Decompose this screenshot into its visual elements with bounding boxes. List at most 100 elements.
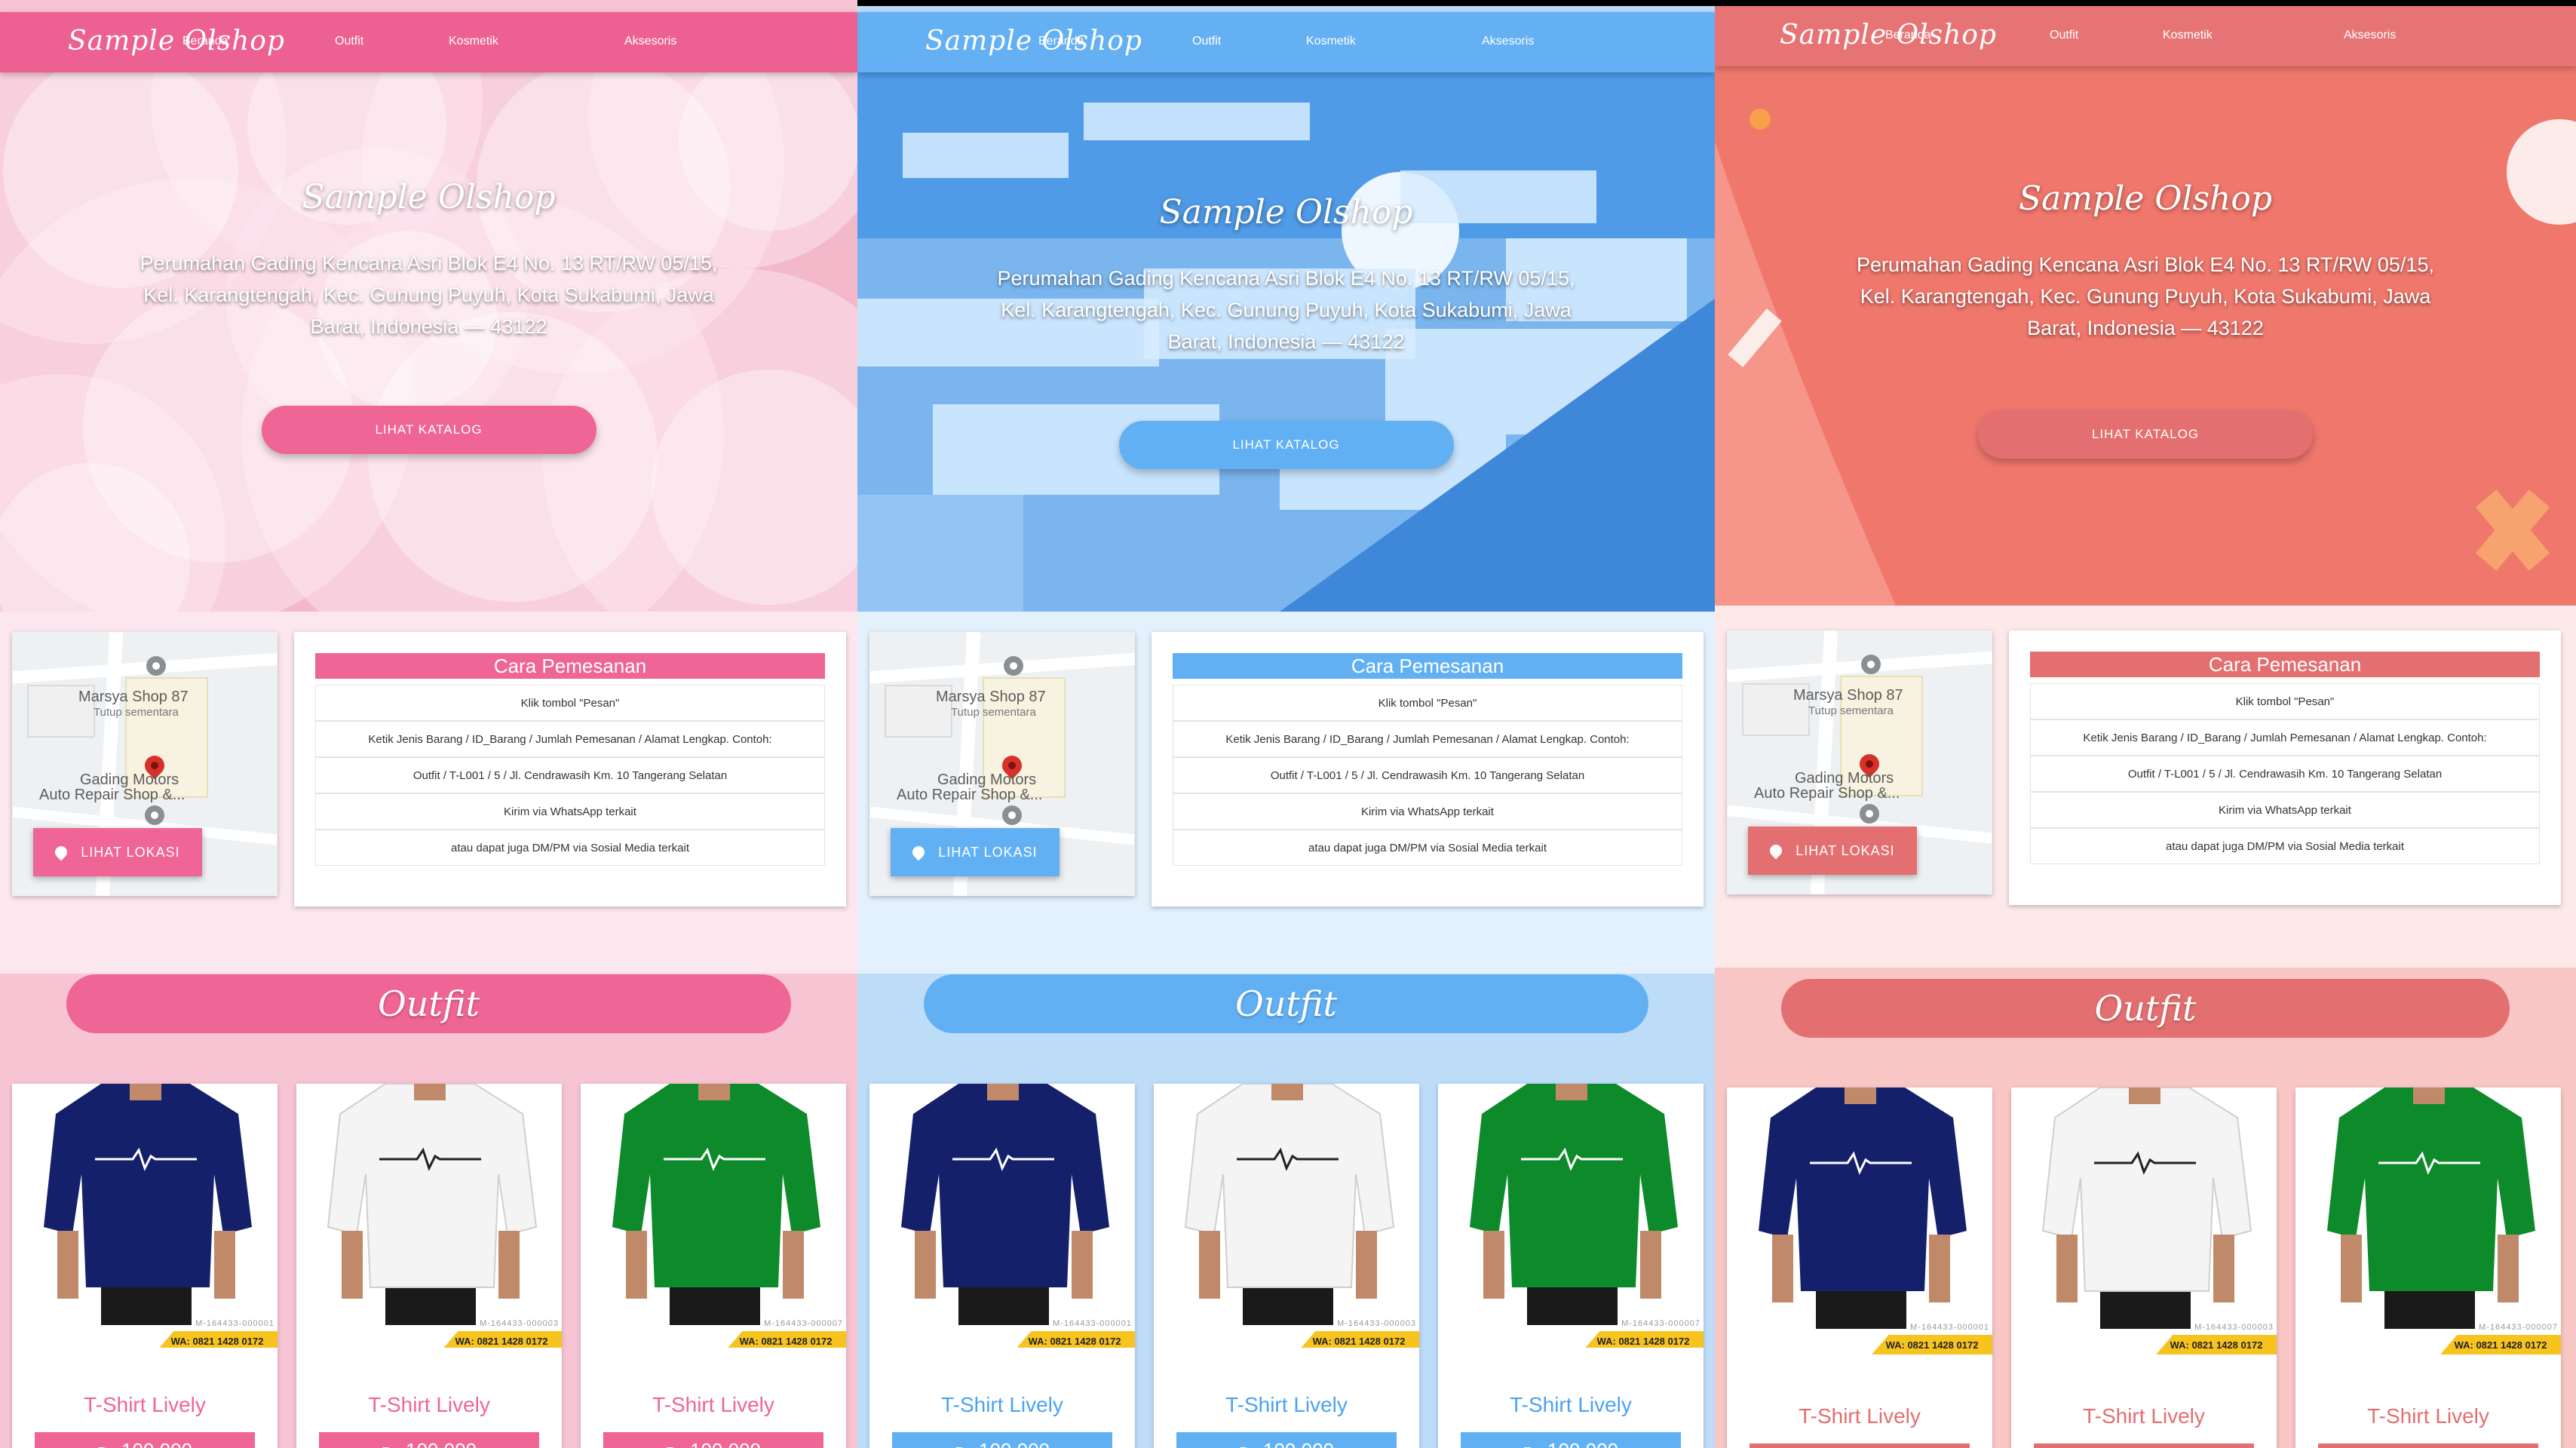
catalog-button[interactable]: LIHAT KATALOG xyxy=(1978,410,2313,459)
order-instructions-card: Cara Pemesanan Klik tombol "Pesan" Ketik… xyxy=(294,632,846,907)
price-amount: 100.000 xyxy=(121,1439,192,1448)
product-code: M-164433-000003 xyxy=(480,1319,559,1328)
map-pin-grey-icon xyxy=(1004,656,1023,676)
location-pin-icon xyxy=(909,843,928,861)
product-card[interactable]: M-164433-000001 WA: 0821 1428 0172 T-Shirt… xyxy=(1727,1088,1992,1448)
product-info: T-Shirt Lively Rp.100.000 xyxy=(296,1348,562,1448)
product-card[interactable]: M-164433-000003 WA: 0821 1428 0172 T-Shirt… xyxy=(2011,1088,2277,1448)
nav-item-beranda[interactable]: Beranda xyxy=(1038,35,1084,48)
product-card[interactable]: M-164433-000001 WA: 0821 1428 0172 T-Shirt… xyxy=(869,1084,1135,1448)
price-prefix: Rp. xyxy=(1239,1445,1260,1448)
product-price: Rp.100.000 xyxy=(1750,1443,1970,1448)
location-button[interactable]: LIHAT LOKASI xyxy=(891,828,1060,876)
location-button-label: LIHAT LOKASI xyxy=(81,844,180,860)
product-price: Rp.100.000 xyxy=(2318,1443,2538,1448)
order-instructions-card: Cara Pemesanan Klik tombol "Pesan" Ketik… xyxy=(1152,632,1704,907)
order-step: Kirim via WhatsApp terkait xyxy=(2030,792,2540,828)
product-name[interactable]: T-Shirt Lively xyxy=(2295,1404,2561,1428)
nav-item-kosmetik[interactable]: Kosmetik xyxy=(2163,29,2213,42)
product-card[interactable]: M-164433-000001 WA: 0821 1428 0172 T-Shirt… xyxy=(12,1084,278,1448)
product-image xyxy=(2295,1088,2561,1329)
catalog-button[interactable]: LIHAT KATALOG xyxy=(261,406,596,454)
hero-title: Sample Olshop xyxy=(302,178,556,216)
product-price: Rp.100.000 xyxy=(35,1432,255,1448)
nav-item-aksesoris[interactable]: Aksesoris xyxy=(624,35,676,48)
price-prefix: Rp. xyxy=(666,1445,687,1448)
top-strip xyxy=(857,0,2576,6)
nav-item-kosmetik[interactable]: Kosmetik xyxy=(1306,35,1356,48)
product-info: T-Shirt Lively Rp.100.000 xyxy=(1727,1359,1992,1448)
map-card[interactable]: Marsya Shop 87 Tutup sementara Gading Mo… xyxy=(12,632,278,896)
map-place-label-2a: Gading Motors xyxy=(1795,770,1894,787)
product-info: T-Shirt Lively Rp.100.000 xyxy=(12,1348,278,1448)
order-step: atau dapat juga DM/PM via Sosial Media t… xyxy=(315,830,825,866)
product-card[interactable]: M-164433-000003 WA: 0821 1428 0172 T-Shirt… xyxy=(1154,1084,1419,1448)
nav-item-outfit[interactable]: Outfit xyxy=(335,35,363,48)
product-code: M-164433-000003 xyxy=(2194,1323,2274,1332)
product-name[interactable]: T-Shirt Lively xyxy=(12,1393,278,1417)
nav-item-aksesoris[interactable]: Aksesoris xyxy=(1482,35,1534,48)
order-step: atau dapat juga DM/PM via Sosial Media t… xyxy=(2030,828,2540,864)
product-name[interactable]: T-Shirt Lively xyxy=(296,1393,562,1417)
nav-item-aksesoris[interactable]: Aksesoris xyxy=(2344,29,2396,42)
hero-section: Sample Olshop Perumahan Gading Kencana A… xyxy=(1715,6,2576,606)
product-name[interactable]: T-Shirt Lively xyxy=(1438,1393,1704,1417)
product-name[interactable]: T-Shirt Lively xyxy=(581,1393,846,1417)
product-code: M-164433-000001 xyxy=(195,1319,274,1328)
product-card[interactable]: M-164433-000007 WA: 0821 1428 0172 T-Shirt… xyxy=(2295,1088,2561,1448)
category-title: Outfit xyxy=(924,974,1648,1033)
product-price: Rp.100.000 xyxy=(1176,1432,1397,1448)
map-place-label-2a: Gading Motors xyxy=(937,772,1037,788)
map-pin-grey-icon xyxy=(1860,804,1879,824)
price-prefix: Rp. xyxy=(97,1445,118,1448)
catalog-button[interactable]: LIHAT KATALOG xyxy=(1118,421,1454,469)
product-name[interactable]: T-Shirt Lively xyxy=(869,1393,1135,1417)
location-button[interactable]: LIHAT LOKASI xyxy=(33,828,202,876)
order-step: Klik tombol "Pesan" xyxy=(315,685,825,721)
product-card[interactable]: M-164433-000007 WA: 0821 1428 0172 T-Shirt… xyxy=(581,1084,846,1448)
product-image xyxy=(296,1084,562,1325)
brand-logo[interactable]: Sample Olshop xyxy=(68,26,285,57)
brand-logo[interactable]: Sample Olshop xyxy=(925,26,1142,57)
nav-item-beranda[interactable]: Beranda xyxy=(182,35,228,48)
product-card[interactable]: M-164433-000007 WA: 0821 1428 0172 T-Shirt… xyxy=(1438,1084,1704,1448)
nav-item-outfit[interactable]: Outfit xyxy=(2050,29,2078,42)
location-button-label: LIHAT LOKASI xyxy=(1796,842,1895,858)
map-pin-grey-icon xyxy=(146,656,166,676)
product-price: Rp.100.000 xyxy=(892,1432,1112,1448)
product-name[interactable]: T-Shirt Lively xyxy=(1727,1404,1992,1428)
product-name[interactable]: T-Shirt Lively xyxy=(1154,1393,1419,1417)
map-place-label-2b: Auto Repair Shop &... xyxy=(39,787,186,803)
site-panel-coral: Sample Olshop Perumahan Gading Kencana A… xyxy=(1715,0,2576,1448)
map-card[interactable]: Marsya Shop 87 Tutup sementara Gading Mo… xyxy=(869,632,1135,896)
location-button[interactable]: LIHAT LOKASI xyxy=(1748,827,1917,875)
nav-item-kosmetik[interactable]: Kosmetik xyxy=(449,35,498,48)
product-info: T-Shirt Lively Rp.100.000 xyxy=(2295,1359,2561,1448)
product-image xyxy=(581,1084,846,1325)
top-navbar: Sample Olshop Beranda Outfit Kosmetik Ak… xyxy=(0,12,857,72)
screenshot-stage: Sample Olshop Perumahan Gading Kencana A… xyxy=(0,0,2576,1448)
category-title: Outfit xyxy=(66,974,791,1033)
order-step: Klik tombol "Pesan" xyxy=(2030,683,2540,719)
nav-item-outfit[interactable]: Outfit xyxy=(1192,35,1221,48)
whatsapp-badge: WA: 0821 1428 0172 xyxy=(1872,1335,1992,1354)
product-image xyxy=(869,1084,1135,1325)
product-info: T-Shirt Lively Rp.100.000 xyxy=(2011,1359,2277,1448)
product-card[interactable]: M-164433-000003 WA: 0821 1428 0172 T-Shirt… xyxy=(296,1084,562,1448)
product-name[interactable]: T-Shirt Lively xyxy=(2011,1404,2277,1428)
map-pin-grey-icon xyxy=(1002,805,1022,825)
product-code: M-164433-000001 xyxy=(1053,1319,1132,1328)
product-image xyxy=(1438,1084,1704,1325)
map-place-label: Marsya Shop 87 xyxy=(1793,687,1903,704)
product-code: M-164433-000007 xyxy=(1621,1319,1700,1328)
top-navbar: Sample Olshop Beranda Outfit Kosmetik Ak… xyxy=(1715,6,2576,66)
order-instructions-card: Cara Pemesanan Klik tombol "Pesan" Ketik… xyxy=(2009,630,2561,905)
product-price: Rp.100.000 xyxy=(2034,1443,2254,1448)
map-card[interactable]: Marsya Shop 87 Tutup sementara Gading Mo… xyxy=(1727,630,1992,894)
nav-item-beranda[interactable]: Beranda xyxy=(1885,29,1931,42)
order-step: Kirim via WhatsApp terkait xyxy=(1173,793,1682,830)
price-amount: 100.000 xyxy=(690,1439,761,1448)
product-price: Rp.100.000 xyxy=(319,1432,539,1448)
location-pin-icon xyxy=(1767,842,1785,860)
whatsapp-badge: WA: 0821 1428 0172 xyxy=(2156,1335,2277,1354)
